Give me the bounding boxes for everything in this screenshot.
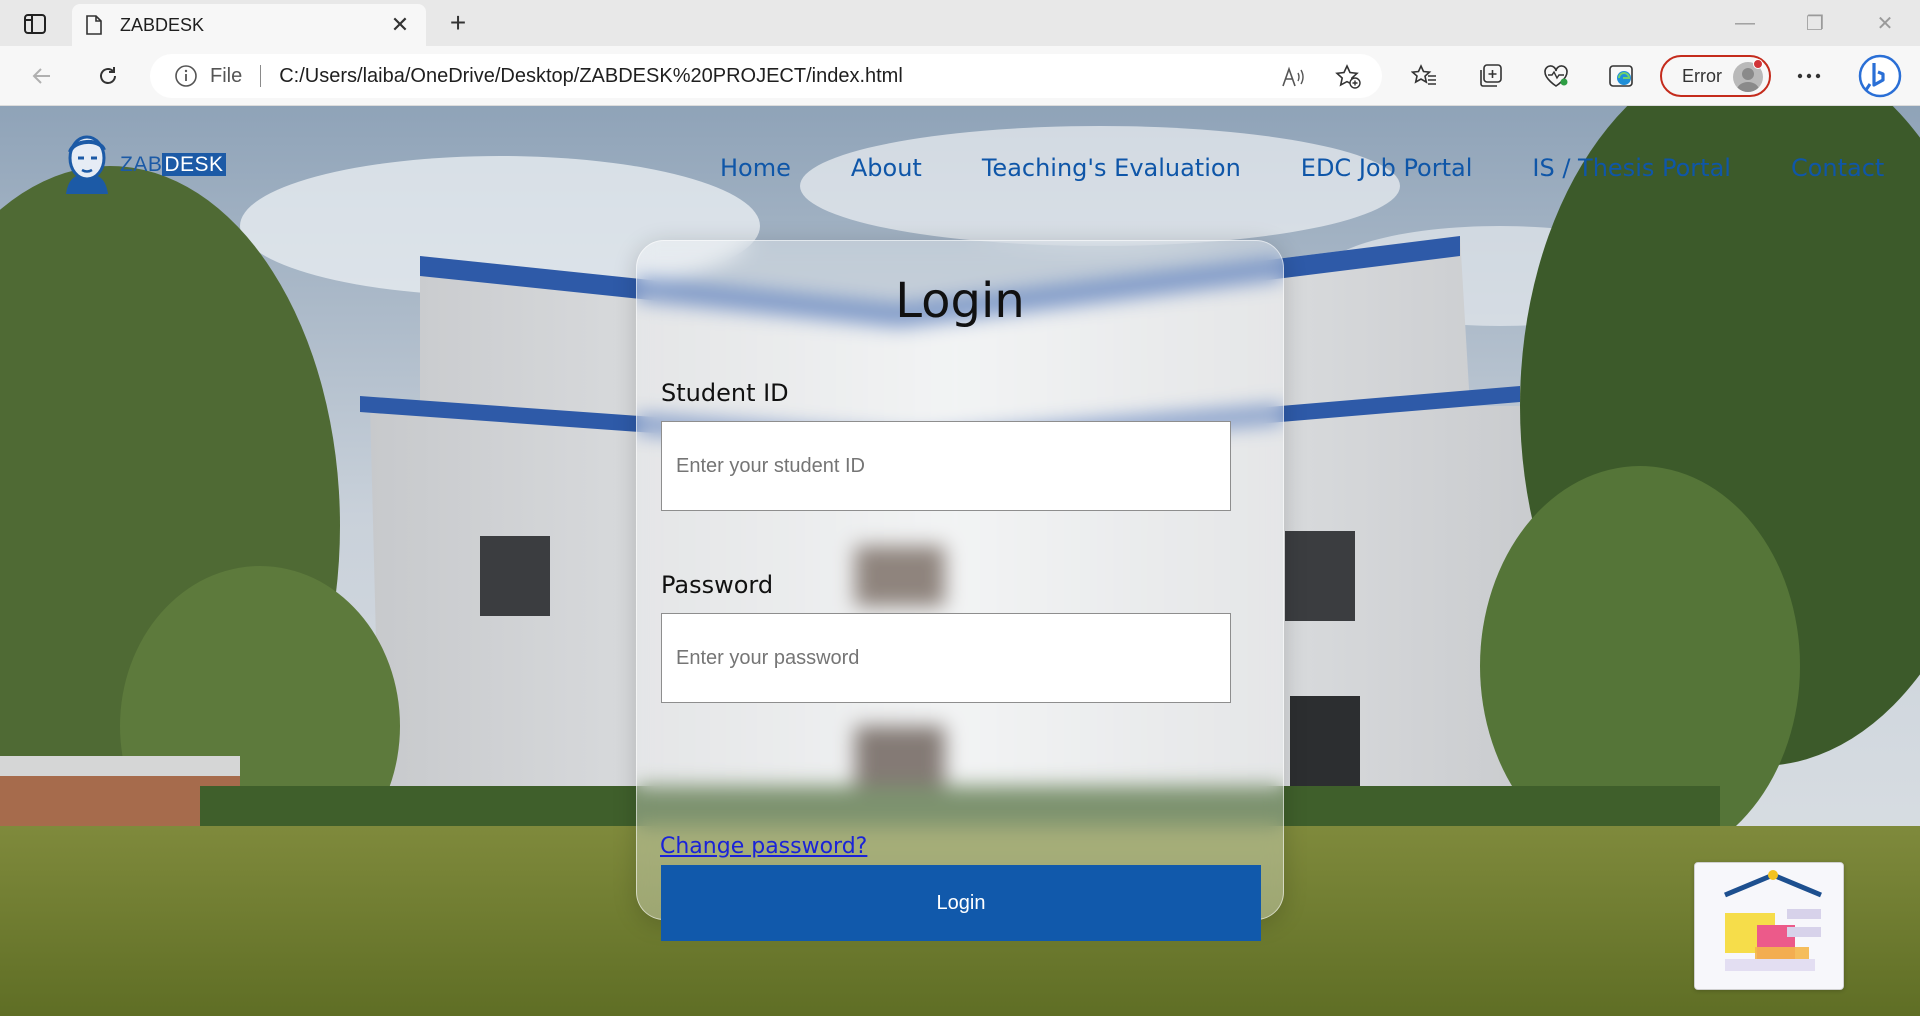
widget-icon [1695, 863, 1843, 989]
browser-essentials-icon[interactable] [1540, 60, 1572, 92]
add-favorite-icon[interactable] [1335, 64, 1361, 90]
profile-error-button[interactable]: Error [1660, 55, 1771, 97]
site-nav: Home About Teaching's Evaluation EDC Job… [720, 154, 1884, 182]
nav-link-edc-job-portal[interactable]: EDC Job Portal [1301, 154, 1473, 182]
browser-toolbar: File C:/Users/laiba/OneDrive/Desktop/ZAB… [0, 46, 1920, 106]
read-aloud-icon[interactable] [1280, 64, 1306, 90]
restore-icon[interactable]: ❐ [1780, 0, 1850, 46]
browser-tab[interactable]: ZABDESK ✕ [72, 4, 426, 46]
founder-portrait-logo [66, 135, 108, 194]
login-title: Login [895, 273, 1025, 329]
floating-widget[interactable] [1694, 862, 1844, 990]
logo-prefix: ZAB [120, 153, 163, 176]
address-bar[interactable]: File C:/Users/laiba/OneDrive/Desktop/ZAB… [150, 54, 1382, 98]
logo-highlight: DESK [162, 153, 226, 176]
window-controls: — ❐ ✕ [1710, 0, 1920, 46]
nav-link-about[interactable]: About [851, 154, 922, 182]
nav-link-thesis-portal[interactable]: IS / Thesis Portal [1532, 154, 1731, 182]
change-password-link[interactable]: Change password? [660, 834, 867, 859]
browser-tab-bar: ZABDESK ✕ + — ❐ ✕ [0, 0, 1920, 46]
favorites-icon[interactable] [1408, 60, 1440, 92]
bing-chat-icon[interactable] [1858, 54, 1902, 98]
new-tab-button[interactable]: + [442, 8, 474, 40]
password-input[interactable] [661, 613, 1231, 703]
refresh-icon [100, 67, 116, 84]
site-logo[interactable]: ZABDESK [58, 134, 226, 196]
page-icon [86, 15, 102, 35]
address-separator [260, 65, 262, 87]
info-icon[interactable] [174, 64, 198, 88]
password-label: Password [661, 571, 774, 599]
close-tab-icon[interactable]: ✕ [388, 12, 412, 38]
logo-text: ZABDESK [120, 153, 226, 177]
scheme-label: File [210, 64, 243, 87]
tab-title: ZABDESK [120, 14, 205, 35]
sidebar-icon [24, 14, 46, 34]
url-text[interactable]: C:/Users/laiba/OneDrive/Desktop/ZABDESK%… [279, 65, 903, 88]
edge-copilot-sidebar-icon[interactable] [1606, 60, 1638, 92]
student-id-label: Student ID [661, 379, 789, 407]
nav-link-teachings-evaluation[interactable]: Teaching's Evaluation [982, 154, 1241, 182]
login-card: Login Student ID Password Login [636, 240, 1284, 941]
error-dot [1753, 59, 1763, 69]
collections-icon[interactable] [1475, 60, 1507, 92]
close-window-icon[interactable]: ✕ [1850, 0, 1920, 46]
refresh-button[interactable] [92, 60, 124, 92]
student-id-input[interactable] [661, 421, 1231, 511]
nav-link-home[interactable]: Home [720, 154, 791, 182]
nav-link-contact[interactable]: Contact [1791, 154, 1884, 182]
page-viewport: ZABDESK Home About Teaching's Evaluation… [0, 106, 1920, 1016]
login-submit-button[interactable]: Login [661, 865, 1261, 941]
tab-actions-button[interactable] [18, 11, 52, 37]
more-options-icon[interactable] [1793, 60, 1825, 92]
back-arrow-icon [32, 68, 50, 84]
minimize-icon[interactable]: — [1710, 0, 1780, 46]
profile-status-text: Error [1682, 65, 1722, 86]
back-button[interactable] [26, 60, 58, 92]
